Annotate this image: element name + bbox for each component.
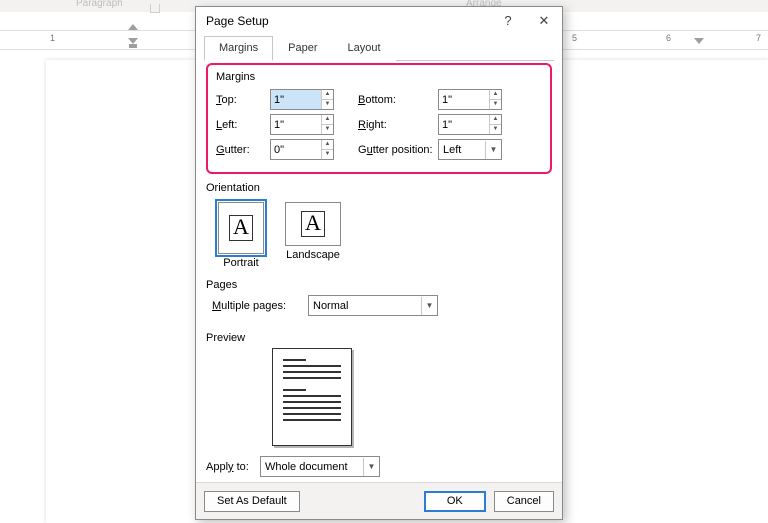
gutter-position-select[interactable]: Left ▼	[438, 139, 502, 160]
gutter-position-value: Left	[439, 144, 485, 156]
tab-layout[interactable]: Layout	[332, 36, 395, 61]
spin-up-icon[interactable]: ▲	[322, 140, 333, 150]
multiple-pages-select[interactable]: Normal ▼	[308, 295, 438, 316]
chevron-down-icon: ▼	[421, 297, 437, 315]
landscape-label: Landscape	[286, 249, 340, 261]
tab-paper[interactable]: Paper	[273, 36, 332, 61]
apply-to-label: Apply to:	[206, 461, 260, 473]
spin-down-icon[interactable]: ▼	[490, 125, 501, 134]
first-line-indent-marker[interactable]	[128, 24, 138, 30]
ruler-tick: 1	[50, 33, 55, 43]
spin-down-icon[interactable]: ▼	[322, 125, 333, 134]
tab-margins[interactable]: Margins	[204, 36, 273, 61]
ok-button[interactable]: OK	[424, 491, 486, 512]
close-button[interactable]: ✕	[526, 7, 562, 35]
spin-down-icon[interactable]: ▼	[322, 100, 333, 109]
ribbon-paragraph-label: Paragraph	[76, 0, 123, 9]
chevron-down-icon: ▼	[485, 141, 501, 159]
apply-to-select[interactable]: Whole document ▼	[260, 456, 380, 477]
portrait-glyph-icon: A	[229, 215, 253, 241]
hanging-indent-marker[interactable]	[128, 38, 138, 48]
margin-bottom-label: Bottom:	[358, 94, 438, 106]
landscape-glyph-icon: A	[301, 211, 325, 237]
margin-right-input[interactable]	[439, 115, 489, 134]
spin-up-icon[interactable]: ▲	[490, 90, 501, 100]
gutter-label: Gutter:	[216, 144, 270, 156]
margins-highlight-box: Margins Top: ▲▼ Bottom: ▲▼ Left:	[206, 63, 552, 174]
preview-group-label: Preview	[206, 332, 552, 344]
margin-top-spinner[interactable]: ▲▼	[270, 89, 334, 110]
help-button[interactable]: ?	[490, 7, 526, 35]
ruler-tick: 6	[666, 33, 671, 43]
margin-left-spinner[interactable]: ▲▼	[270, 114, 334, 135]
page-setup-dialog: Page Setup ? ✕ Margins Paper Layout Marg…	[195, 6, 563, 520]
spin-up-icon[interactable]: ▲	[490, 115, 501, 125]
multiple-pages-label: Multiple pages:	[212, 300, 308, 312]
margin-right-label: Right:	[358, 119, 438, 131]
spin-down-icon[interactable]: ▼	[322, 150, 333, 159]
margin-top-input[interactable]	[271, 90, 321, 109]
margin-right-spinner[interactable]: ▲▼	[438, 114, 502, 135]
orientation-group-label: Orientation	[206, 182, 552, 194]
gutter-spinner[interactable]: ▲▼	[270, 139, 334, 160]
margin-left-input[interactable]	[271, 115, 321, 134]
pages-group-label: Pages	[206, 279, 552, 291]
spin-up-icon[interactable]: ▲	[322, 90, 333, 100]
apply-to-value: Whole document	[261, 461, 363, 473]
margin-bottom-input[interactable]	[439, 90, 489, 109]
gutter-position-label: Gutter position:	[358, 144, 438, 156]
cancel-button[interactable]: Cancel	[494, 491, 554, 512]
preview-thumbnail	[272, 348, 352, 446]
margin-bottom-spinner[interactable]: ▲▼	[438, 89, 502, 110]
multiple-pages-value: Normal	[309, 300, 421, 312]
chevron-down-icon: ▼	[363, 458, 379, 476]
set-as-default-button[interactable]: Set As Default	[204, 491, 300, 512]
orientation-landscape[interactable]: A Landscape	[284, 202, 342, 269]
ruler-tick: 7	[756, 33, 761, 43]
spin-up-icon[interactable]: ▲	[322, 115, 333, 125]
margin-left-label: Left:	[216, 119, 270, 131]
margins-group-label: Margins	[216, 71, 542, 83]
spin-down-icon[interactable]: ▼	[490, 100, 501, 109]
orientation-portrait[interactable]: A Portrait	[212, 202, 270, 269]
margin-top-label: Top:	[216, 94, 270, 106]
right-indent-marker[interactable]	[694, 38, 704, 44]
ruler-tick: 5	[572, 33, 577, 43]
dialog-tabs: Margins Paper Layout	[204, 35, 554, 61]
gutter-input[interactable]	[271, 140, 321, 159]
ribbon-group-notch	[150, 4, 160, 13]
dialog-title: Page Setup	[206, 14, 269, 28]
portrait-label: Portrait	[223, 257, 258, 269]
